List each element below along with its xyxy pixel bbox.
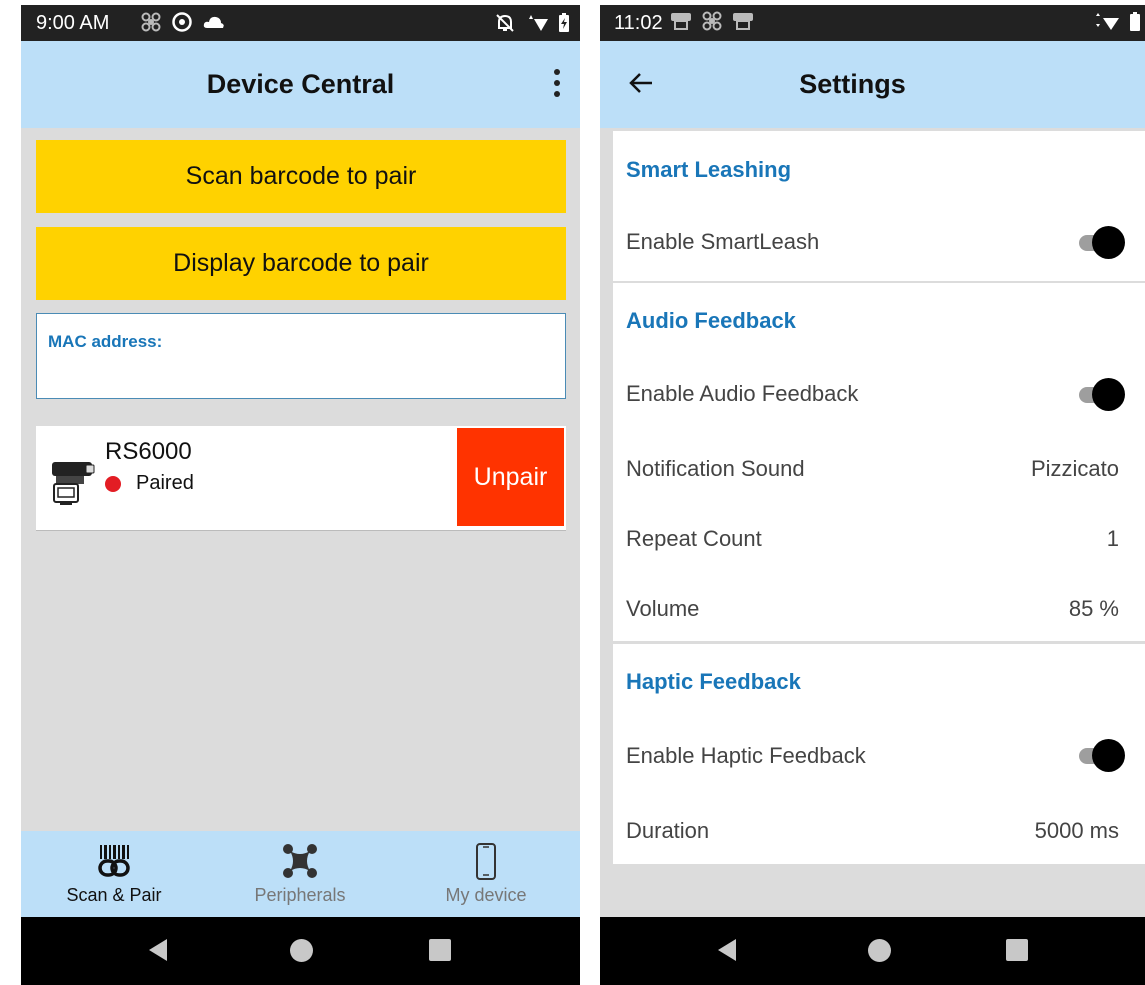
system-navigation-bar: [21, 917, 580, 985]
overflow-menu-icon[interactable]: [552, 69, 562, 101]
audio-feedback-section: Audio Feedback Enable Audio Feedback Not…: [613, 283, 1145, 641]
page-title: Settings: [799, 69, 906, 99]
setting-label: Volume: [626, 596, 700, 621]
sync-circle-icon: [172, 12, 192, 32]
enable-haptic-feedback-toggle[interactable]: [1073, 738, 1125, 772]
nav-scan-pair[interactable]: Scan & Pair: [21, 831, 207, 917]
page-title: Device Central: [206, 69, 395, 99]
section-title: Audio Feedback: [626, 308, 796, 333]
enable-smartleash-toggle[interactable]: [1073, 225, 1125, 259]
nav-label: Scan & Pair: [66, 885, 162, 905]
status-time: 9:00 AM: [36, 12, 110, 34]
battery-icon: [1130, 12, 1140, 31]
setting-label: Repeat Count: [626, 526, 762, 551]
setting-label: Notification Sound: [626, 456, 805, 481]
setting-label: Enable SmartLeash: [626, 229, 820, 254]
back-icon[interactable]: [149, 939, 167, 961]
section-title: Smart Leashing: [626, 157, 792, 182]
bottom-navigation: Scan & Pair Peripherals My device: [21, 831, 580, 917]
alarm-off-icon: [496, 14, 514, 32]
cloud-icon: [203, 16, 224, 28]
status-time: 11:02: [614, 12, 663, 34]
device-central-screen: 9:00 AM Device Central Scan barcode to p…: [21, 5, 580, 985]
status-icons: [141, 11, 225, 33]
peripherals-icon: [283, 844, 317, 878]
section-title: Haptic Feedback: [626, 669, 801, 694]
fan-icon: [702, 11, 722, 31]
recent-apps-icon[interactable]: [429, 939, 451, 961]
nav-peripherals[interactable]: Peripherals: [207, 831, 393, 917]
smart-leashing-section: Smart Leashing Enable SmartLeash: [613, 131, 1145, 281]
setting-label: Enable Audio Feedback: [626, 381, 859, 406]
system-navigation-bar: [600, 917, 1145, 985]
status-icons: [670, 11, 754, 31]
setting-value: Pizzicato: [1030, 456, 1119, 481]
scanner-status-icon: [733, 13, 753, 30]
haptic-feedback-section: Haptic Feedback Enable Haptic Feedback D…: [613, 644, 1145, 864]
settings-screen: 11:02 Settings Smart Leashing Enable Sma…: [600, 5, 1145, 985]
battery-charging-icon: [559, 13, 569, 32]
setting-value: 1: [1106, 526, 1119, 551]
scan-barcode-button[interactable]: Scan barcode to pair: [36, 140, 566, 213]
mac-address-field[interactable]: MAC address:: [36, 313, 566, 399]
home-icon[interactable]: [290, 939, 313, 962]
barcode-link-icon: [98, 845, 130, 877]
wifi-icon: [524, 14, 548, 31]
status-bar: 11:02: [600, 5, 1145, 41]
status-dot: [105, 476, 121, 492]
app-bar: Device Central: [21, 41, 580, 128]
device-name: RS6000: [105, 438, 192, 465]
setting-label: Enable Haptic Feedback: [626, 743, 866, 768]
status-bar: 9:00 AM: [21, 5, 580, 41]
mac-address-label: MAC address:: [48, 332, 163, 351]
status-right-icons: [494, 12, 570, 34]
setting-value: 85 %: [1068, 596, 1119, 621]
unpair-button[interactable]: Unpair: [457, 428, 564, 526]
scanner-device-icon: [52, 462, 95, 505]
scanner-status-icon: [671, 13, 691, 30]
phone-icon: [476, 843, 496, 880]
nav-label: Peripherals: [254, 885, 346, 905]
recent-apps-icon[interactable]: [1006, 939, 1028, 961]
nav-my-device[interactable]: My device: [393, 831, 579, 917]
setting-label: Duration: [626, 818, 710, 843]
enable-audio-feedback-toggle[interactable]: [1073, 377, 1125, 411]
nav-label: My device: [445, 885, 527, 905]
fan-icon: [141, 12, 161, 32]
device-card: RS6000 Paired Unpair: [36, 426, 566, 531]
wifi-icon: [1096, 13, 1119, 30]
setting-value: 5000 ms: [1034, 818, 1119, 843]
status-right-icons: [1093, 12, 1141, 32]
home-icon[interactable]: [868, 939, 891, 962]
app-bar: Settings: [600, 41, 1145, 128]
device-status: Paired: [136, 472, 194, 494]
back-icon[interactable]: [718, 939, 736, 961]
display-barcode-button[interactable]: Display barcode to pair: [36, 227, 566, 300]
